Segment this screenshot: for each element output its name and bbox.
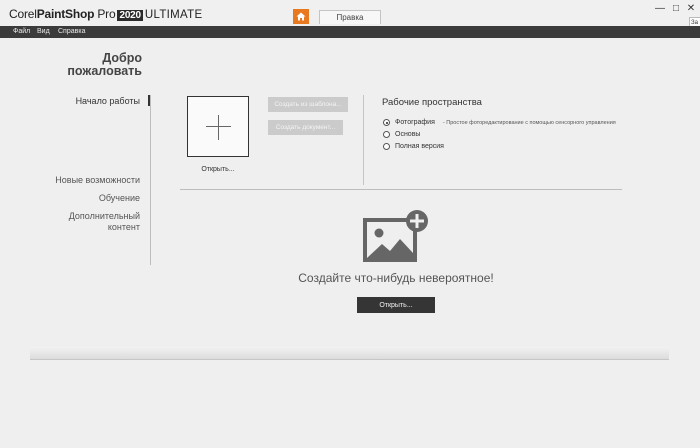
nav-getting-started[interactable]: Начало работы (76, 96, 140, 107)
nav-divider (150, 95, 151, 265)
nav-additional-content[interactable]: Дополнительный контент (69, 211, 140, 233)
radio-photo[interactable] (383, 119, 390, 126)
minimize-button[interactable]: — (654, 4, 666, 14)
nav-whats-new[interactable]: Новые возможности (55, 175, 140, 186)
workspace-complete-label: Полная версия (395, 143, 444, 150)
workspace-option-complete[interactable]: Полная версия (383, 143, 444, 150)
logo-corel: Corel (9, 7, 37, 21)
welcome-line-2: пожаловать (67, 64, 142, 78)
workspace-photo-desc: - Простое фоторедактирование с помощью с… (442, 119, 616, 126)
tab-edit[interactable]: Правка (319, 10, 381, 24)
bottom-panel (30, 347, 669, 359)
nav-learning[interactable]: Обучение (99, 193, 140, 204)
workspace-option-photo[interactable]: Фотография - Простое фоторедактирование … (383, 119, 616, 126)
menu-help[interactable]: Справка (58, 27, 85, 37)
workspace-photo-label: Фотография (395, 119, 435, 126)
logo-paintshop: PaintShop (36, 7, 95, 21)
logo-pro: Pro (97, 7, 116, 21)
logo-year: 2020 (117, 10, 143, 21)
workspaces-title: Рабочие пространства (382, 97, 482, 108)
radio-essentials[interactable] (383, 131, 390, 138)
menu-view[interactable]: Вид (37, 27, 50, 37)
open-tile-label[interactable]: Открыть... (187, 166, 249, 173)
home-icon (296, 12, 306, 21)
open-file-tile[interactable] (187, 96, 249, 157)
create-document-button[interactable]: Создать документ... (268, 120, 343, 135)
add-image-icon (363, 210, 428, 262)
workspace-essentials-label: Основы (395, 131, 421, 138)
close-button[interactable]: ✕ (685, 4, 697, 14)
menu-file[interactable]: Файл (13, 27, 30, 37)
workspaces-divider (363, 95, 364, 185)
create-from-template-button[interactable]: Создать из шаблона... (268, 97, 348, 112)
radio-complete[interactable] (383, 143, 390, 150)
logo-edition: ULTIMATE (144, 9, 203, 21)
app-logo: CorelPaintShop Pro 2020 ULTIMATE (9, 7, 202, 21)
create-headline: Создайте что-нибудь невероятное! (298, 271, 494, 285)
workspace-option-essentials[interactable]: Основы (383, 131, 420, 138)
home-tab-button[interactable] (293, 9, 309, 24)
maximize-button[interactable]: □ (670, 4, 682, 14)
nav-additional-line-1: Дополнительный (68, 211, 140, 221)
bottom-panel-edge (30, 359, 669, 360)
plus-icon-vertical (218, 115, 219, 140)
section-divider (180, 189, 622, 190)
open-button[interactable]: Открыть... (357, 297, 435, 313)
title-bar: CorelPaintShop Pro 2020 ULTIMATE Правка — … (0, 0, 700, 26)
nav-additional-line-2: контент (107, 222, 140, 232)
welcome-heading: Добро пожаловать (67, 52, 142, 78)
menu-bar: Файл Вид Справка (0, 26, 700, 38)
